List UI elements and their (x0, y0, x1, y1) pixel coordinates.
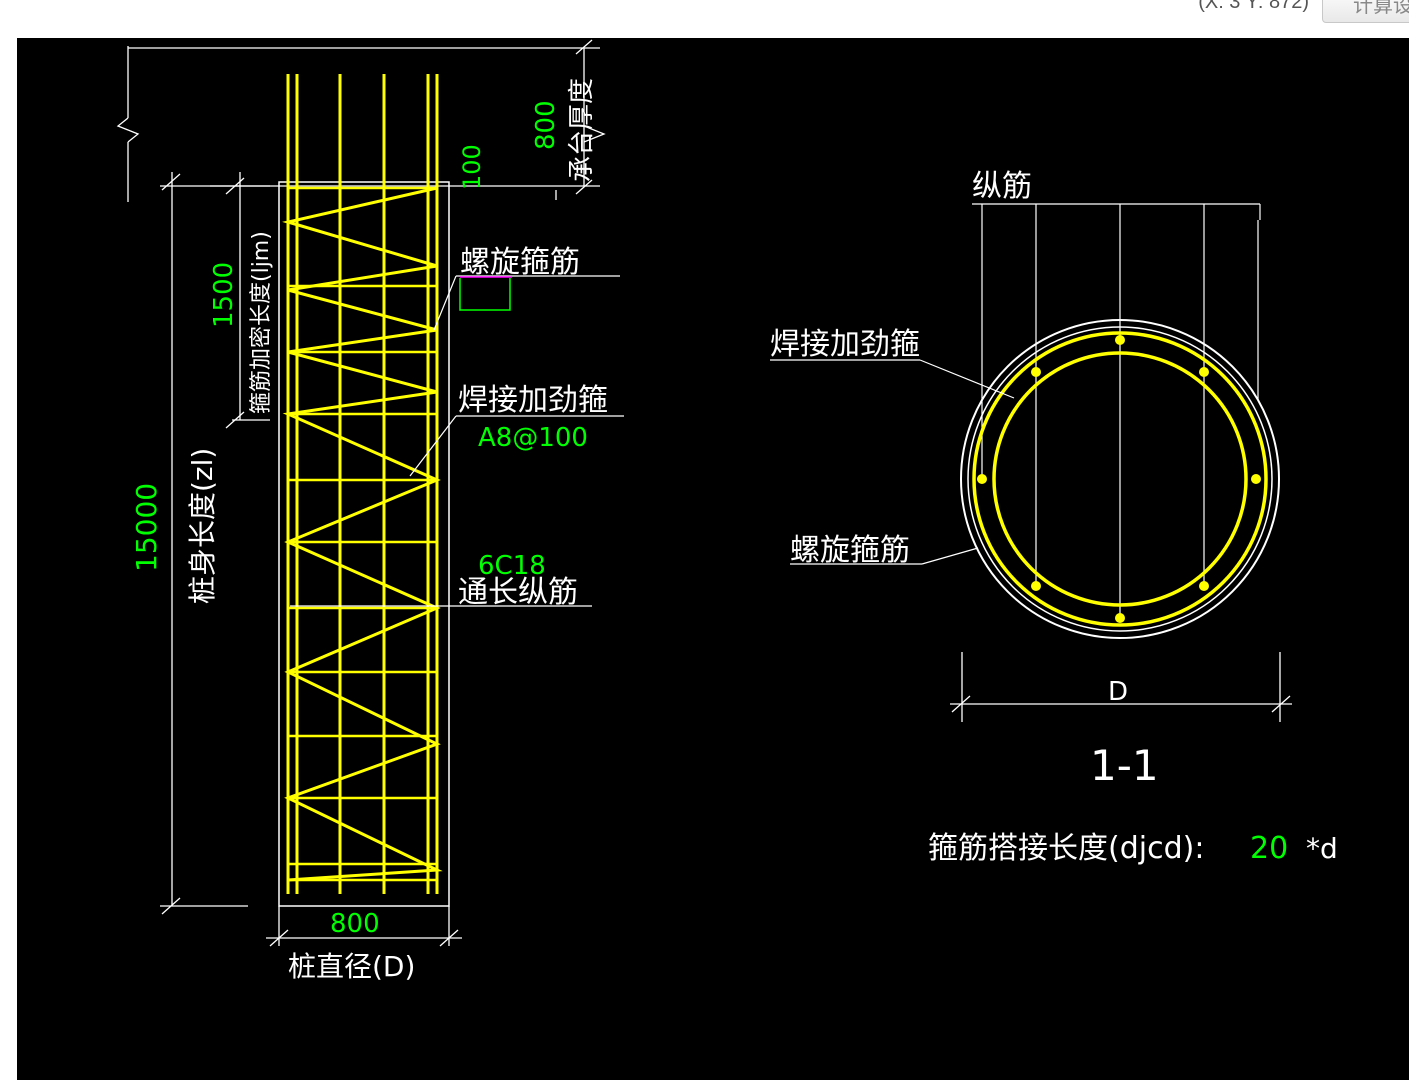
diameter-value: 800 (330, 909, 380, 939)
spiral-label: 螺旋箍筋 (460, 245, 580, 280)
lap-length-unit: *d (1306, 832, 1338, 865)
pile-length-label: 桩身长度(zl) (186, 448, 219, 604)
calc-settings-button[interactable]: 计算设置 (1322, 0, 1409, 23)
section-stiffener-label: 焊接加劲箍 (770, 327, 920, 362)
section-diameter-symbol: D (1108, 677, 1128, 707)
diameter-label: 桩直径(D) (288, 950, 415, 983)
cad-drawing-canvas: 800 承台厚度 100 1500 箍筋加密长度(ljm) 15000 桩身长度… (17, 38, 1409, 1080)
cap-thickness-label: 承台厚度 (567, 78, 597, 182)
coordinate-readout: (X: 3 Y: 872) (1198, 0, 1309, 13)
spiral-label-box (459, 278, 511, 311)
lap-length-label: 箍筋搭接长度(djcd): (928, 831, 1204, 866)
cap-thickness-value: 800 (531, 100, 561, 150)
cover-value: 100 (458, 144, 486, 190)
pile-reinforcement-drawing: 800 承台厚度 100 1500 箍筋加密长度(ljm) 15000 桩身长度… (116, 39, 1338, 983)
top-toolbar: (X: 3 Y: 872) 计算设置 (0, 0, 1409, 38)
section-longitudinal-label: 纵筋 (972, 169, 1032, 204)
dense-length-value: 1500 (209, 262, 239, 328)
longitudinal-label: 通长纵筋 (458, 575, 578, 610)
section-view (770, 203, 1292, 722)
section-labels: 纵筋 焊接加劲箍 螺旋箍筋 D 1-1 箍筋搭接长度(djcd): 20 *d (770, 169, 1338, 866)
elevation-labels: 800 承台厚度 100 1500 箍筋加密长度(ljm) 15000 桩身长度… (130, 78, 608, 983)
section-rebar-dots (977, 335, 1261, 623)
dense-length-label: 箍筋加密长度(ljm) (249, 231, 274, 414)
pile-length-value: 15000 (130, 483, 163, 572)
section-spiral-label: 螺旋箍筋 (790, 533, 910, 568)
stiffener-spec: A8@100 (478, 423, 588, 453)
spiral-hoop (282, 186, 443, 882)
stiffener-label: 焊接加劲箍 (458, 383, 608, 418)
lap-length-value: 20 (1250, 831, 1288, 866)
section-title: 1-1 (1090, 741, 1159, 790)
